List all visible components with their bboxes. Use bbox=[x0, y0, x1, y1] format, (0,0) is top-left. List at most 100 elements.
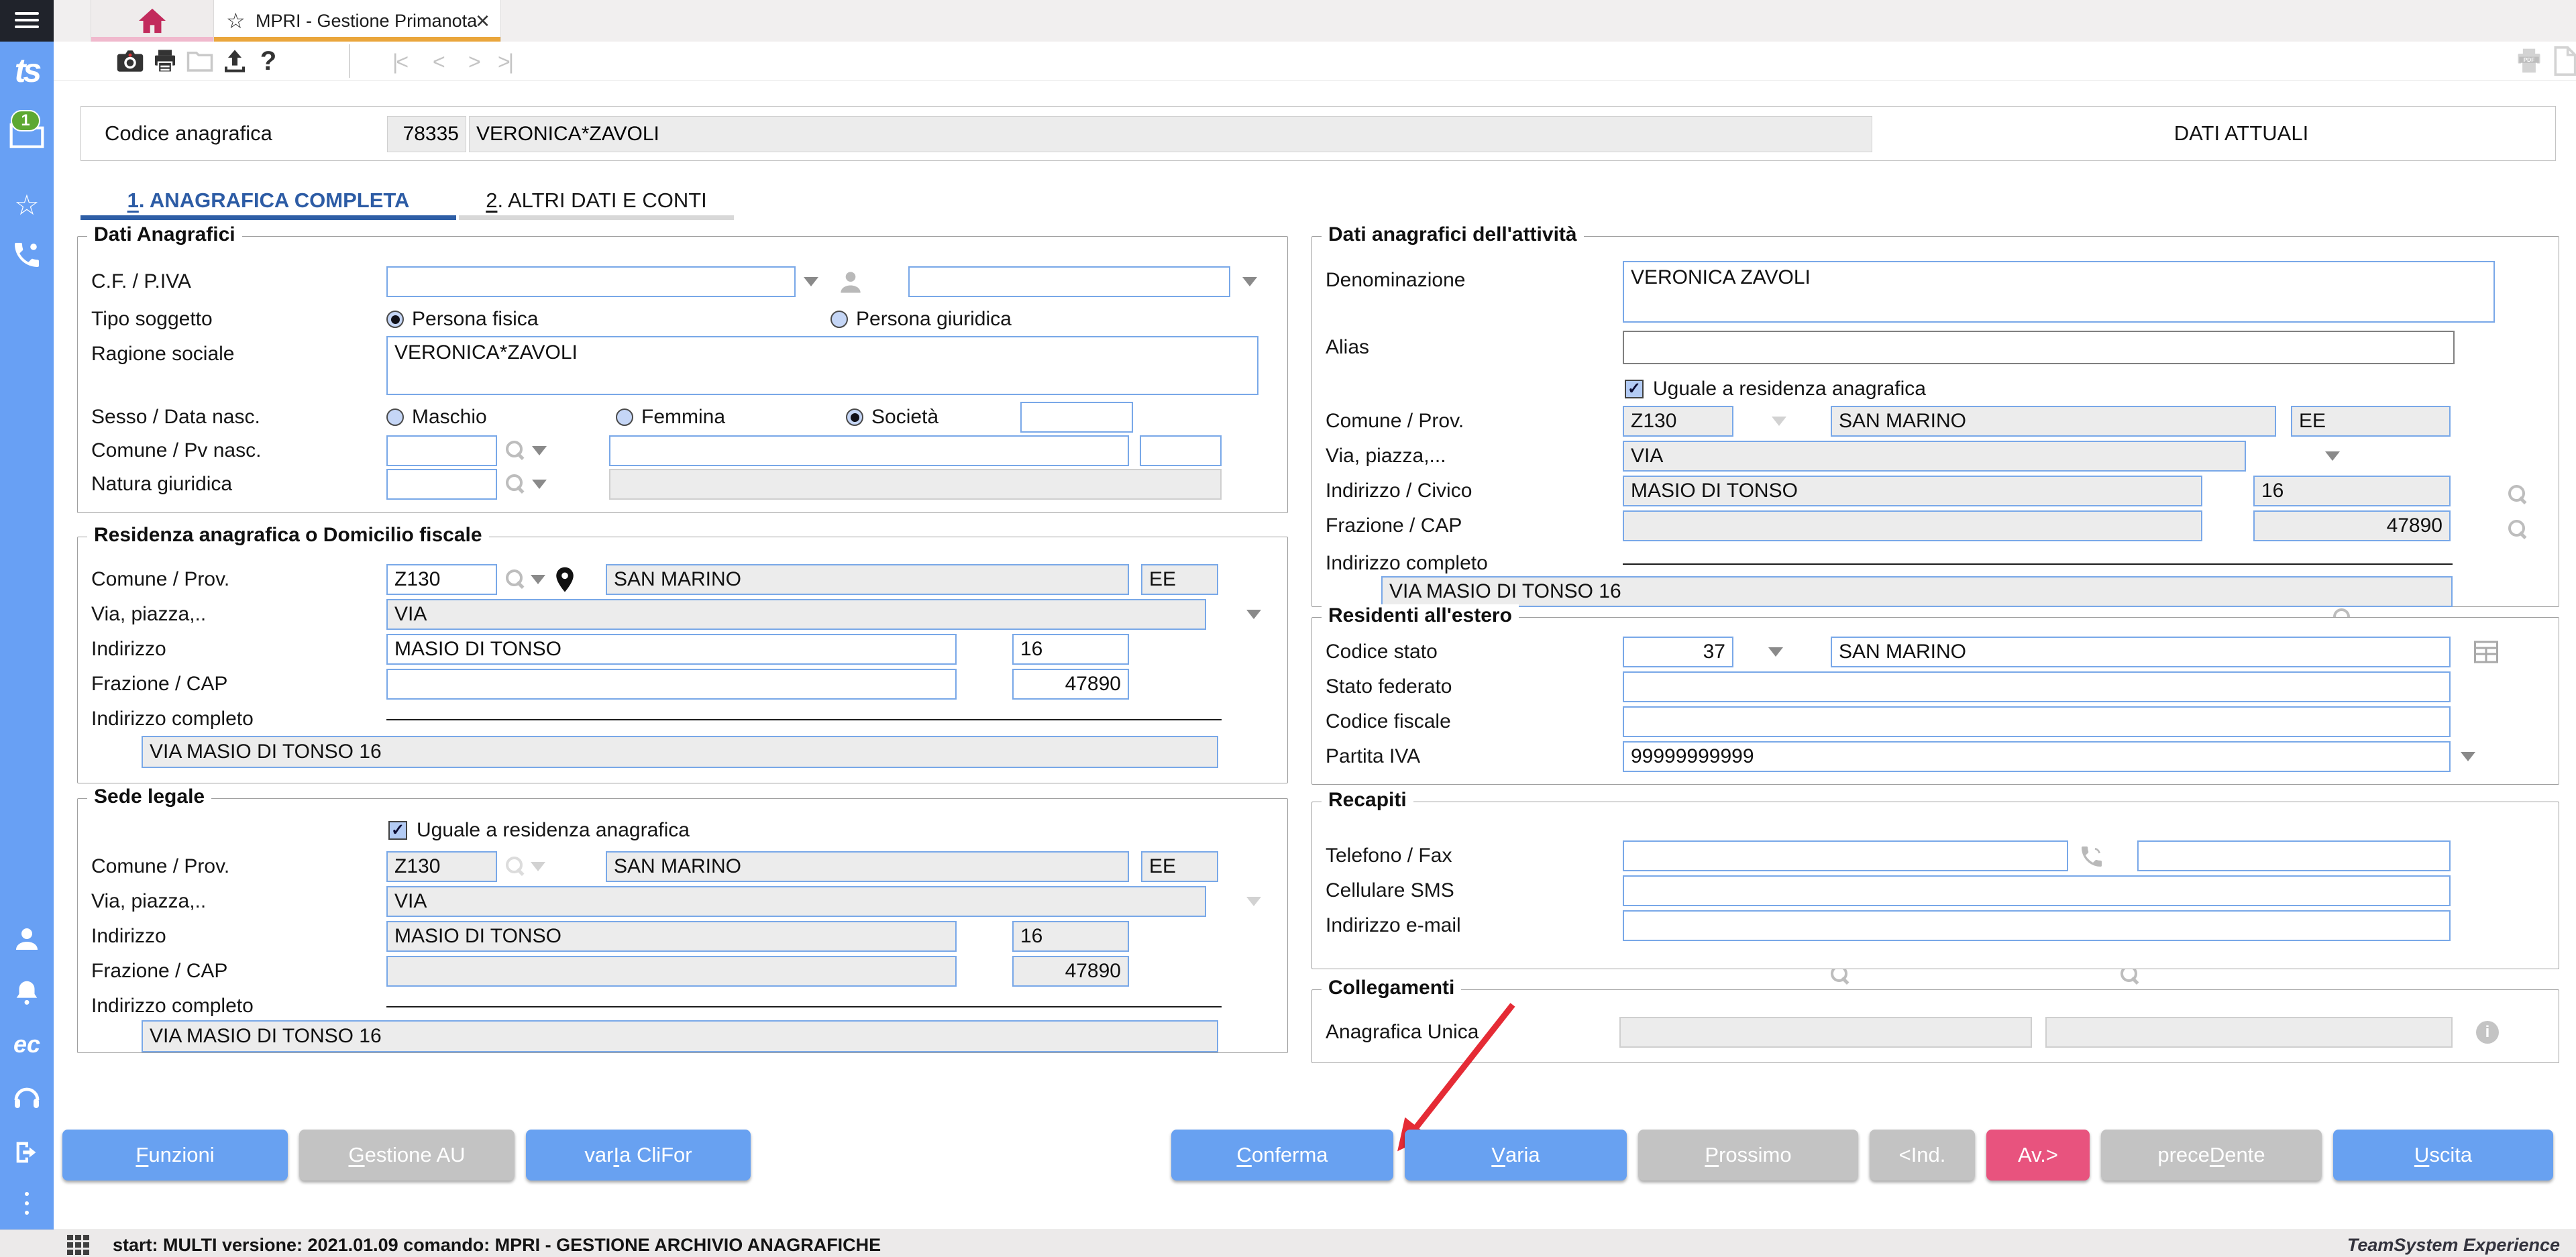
documents-folder-icon[interactable]: 1 bbox=[0, 113, 54, 156]
att-indirizzo-search-icon[interactable] bbox=[2506, 484, 2529, 506]
user-profile-icon[interactable] bbox=[0, 920, 54, 958]
tab-mpri-gestione-primanota[interactable]: ☆ MPRI - Gestione Primanota × bbox=[213, 0, 501, 42]
help-icon[interactable]: ? bbox=[254, 48, 283, 74]
comune-nasc-dropdown-icon[interactable] bbox=[532, 446, 547, 455]
tab-anagrafica-completa[interactable]: 1. ANAGRAFICA COMPLETA bbox=[80, 181, 456, 220]
uscita-button[interactable]: Uscita bbox=[2333, 1130, 2553, 1181]
phone-contact-icon[interactable] bbox=[0, 236, 54, 274]
stato-table-icon[interactable] bbox=[2474, 641, 2498, 663]
sede-cap-field: 47890 bbox=[1012, 956, 1129, 987]
provincia-nasc-input[interactable] bbox=[1140, 435, 1222, 466]
cf-dropdown-icon[interactable] bbox=[804, 277, 818, 286]
stato-federato-input[interactable] bbox=[1623, 671, 2451, 702]
att-via-field: VIA bbox=[1623, 441, 2246, 472]
codice-anagrafica-value: 78335 bbox=[387, 116, 466, 152]
gestione-au-button: Gestione AU bbox=[299, 1130, 515, 1181]
radio-societa[interactable] bbox=[846, 408, 863, 426]
natura-giuridica-label: Natura giuridica bbox=[91, 473, 386, 496]
radio-femmina[interactable] bbox=[616, 408, 633, 426]
codice-stato-input[interactable]: 37 bbox=[1623, 637, 1733, 667]
comune-nasc-code-input[interactable] bbox=[386, 435, 497, 466]
map-pin-icon[interactable] bbox=[553, 566, 576, 593]
exit-logout-icon[interactable] bbox=[0, 1134, 54, 1171]
att-frazione-search-icon[interactable] bbox=[2506, 518, 2529, 541]
partita-iva-input[interactable]: 99999999999 bbox=[1623, 741, 2451, 772]
varia-clifor-button[interactable]: varIa CliFor bbox=[526, 1130, 751, 1181]
tab-home[interactable] bbox=[91, 0, 213, 42]
ec-logo-icon[interactable]: ec bbox=[0, 1028, 54, 1061]
print-icon[interactable] bbox=[150, 48, 180, 74]
conferma-button[interactable]: Conferma bbox=[1171, 1130, 1393, 1181]
notification-badge: 1 bbox=[11, 110, 40, 131]
favorites-star-icon[interactable]: ☆ bbox=[0, 188, 54, 221]
varia-button[interactable]: Varia bbox=[1405, 1130, 1627, 1181]
alias-input[interactable] bbox=[1623, 331, 2455, 364]
att-via-dropdown-icon[interactable] bbox=[2325, 451, 2340, 461]
cf-piva-input[interactable] bbox=[386, 266, 796, 297]
partita-iva-dropdown-icon[interactable] bbox=[2461, 752, 2475, 761]
email-input[interactable] bbox=[1623, 910, 2451, 941]
stato-federato-label: Stato federato bbox=[1326, 675, 1621, 698]
panel-dati-attivita: Dati anagrafici dell'attività Denominazi… bbox=[1311, 236, 2559, 607]
att-uguale-residenza-checkbox[interactable]: ✓ bbox=[1625, 380, 1644, 398]
main-menu-button[interactable] bbox=[0, 0, 54, 42]
natura-giuridica-search-icon[interactable] bbox=[504, 473, 527, 496]
res-civico-input[interactable]: 16 bbox=[1012, 634, 1129, 665]
res-comune-code-input[interactable]: Z130 bbox=[386, 564, 497, 595]
more-options-icon[interactable] bbox=[0, 1189, 54, 1218]
sede-uguale-residenza-checkbox[interactable]: ✓ bbox=[388, 821, 407, 840]
codice-stato-dropdown-icon[interactable] bbox=[1768, 647, 1783, 657]
sede-comune-search-icon bbox=[504, 855, 527, 878]
info-icon[interactable]: i bbox=[2476, 1021, 2499, 1044]
radio-maschio[interactable] bbox=[386, 408, 404, 426]
cf-secondary-dropdown-icon[interactable] bbox=[1242, 277, 1257, 286]
indirizzo-label: Indirizzo bbox=[91, 925, 386, 948]
screenshot-camera-icon[interactable] bbox=[115, 48, 145, 74]
avanti-button[interactable]: Av.> bbox=[1986, 1130, 2090, 1181]
panel-title: Residenza anagrafica o Domicilio fiscale bbox=[87, 524, 489, 547]
teamsystem-logo-icon: ts bbox=[0, 47, 54, 94]
res-via-dropdown-icon[interactable] bbox=[1246, 610, 1261, 619]
denominazione-input[interactable]: VERONICA ZAVOLI bbox=[1623, 261, 2495, 323]
tab-altri-dati-e-conti[interactable]: 2. ALTRI DATI E CONTI bbox=[459, 181, 734, 220]
app-grid-icon[interactable] bbox=[67, 1235, 90, 1254]
cellulare-sms-label: Cellulare SMS bbox=[1326, 879, 1621, 902]
sede-provincia-field: EE bbox=[1141, 851, 1218, 882]
headset-support-icon[interactable] bbox=[0, 1079, 54, 1116]
notifications-bell-icon[interactable] bbox=[0, 974, 54, 1012]
favorite-tab-star-icon[interactable]: ☆ bbox=[226, 8, 246, 34]
res-indirizzo-input[interactable]: MASIO DI TONSO bbox=[386, 634, 957, 665]
panel-title: Collegamenti bbox=[1322, 977, 1461, 999]
panel-dati-anagrafici: Dati Anagrafici C.F. / P.IVA Tipo sogget… bbox=[77, 236, 1288, 513]
phone-dial-icon[interactable] bbox=[2078, 843, 2105, 870]
telefono-input[interactable] bbox=[1623, 840, 2068, 871]
ragione-sociale-input[interactable]: VERONICA*ZAVOLI bbox=[386, 336, 1258, 395]
panel-recapiti: Recapiti Telefono / Fax Cellulare SMS In… bbox=[1311, 802, 2559, 969]
uguale-residenza-label: Uguale a residenza anagrafica bbox=[417, 819, 690, 842]
fax-input[interactable] bbox=[2137, 840, 2451, 871]
person-lookup-icon[interactable] bbox=[836, 267, 865, 296]
close-tab-icon[interactable]: × bbox=[476, 7, 490, 35]
cellulare-input[interactable] bbox=[1623, 875, 2451, 906]
data-nascita-input[interactable] bbox=[1020, 402, 1133, 433]
radio-persona-giuridica[interactable] bbox=[830, 311, 848, 328]
stato-name-input[interactable]: SAN MARINO bbox=[1831, 637, 2451, 667]
natura-giuridica-dropdown-icon[interactable] bbox=[532, 480, 547, 489]
cf-piva-secondary-input[interactable] bbox=[908, 266, 1230, 297]
comune-nasc-search-icon[interactable] bbox=[504, 439, 527, 462]
nav-next-icon: > bbox=[468, 50, 479, 74]
sede-via-field: VIA bbox=[386, 886, 1206, 917]
codice-fiscale-estero-label: Codice fiscale bbox=[1326, 710, 1621, 733]
res-frazione-input[interactable] bbox=[386, 669, 957, 700]
res-comune-search-icon[interactable] bbox=[504, 568, 527, 591]
funzioni-button[interactable]: Funzioni bbox=[62, 1130, 288, 1181]
res-cap-input[interactable]: 47890 bbox=[1012, 669, 1129, 700]
res-comune-dropdown-icon[interactable] bbox=[531, 575, 545, 584]
upload-icon[interactable] bbox=[220, 48, 250, 74]
radio-persona-fisica[interactable] bbox=[386, 311, 404, 328]
divider bbox=[386, 1006, 1222, 1007]
codice-fiscale-estero-input[interactable] bbox=[1623, 706, 2451, 737]
natura-giuridica-code-input[interactable] bbox=[386, 469, 497, 500]
comune-nasc-name-input[interactable] bbox=[609, 435, 1129, 466]
frazione-cap-label: Frazione / CAP bbox=[91, 960, 386, 983]
